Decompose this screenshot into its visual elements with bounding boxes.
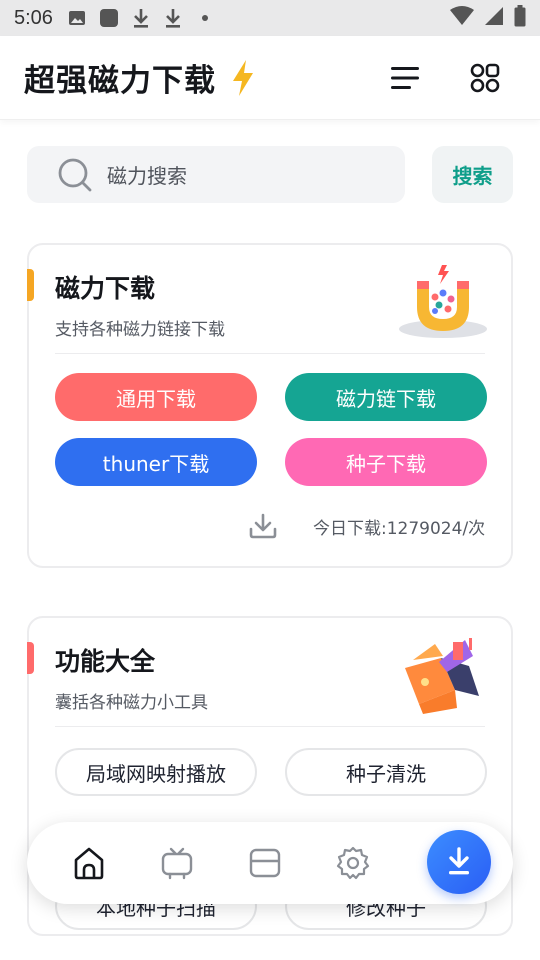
download-icon [449,847,469,875]
wifi-icon [450,6,474,30]
card-title: 磁力下载 [55,274,156,303]
search-row: 磁力搜索 搜索 [27,146,513,203]
app-title: 超强磁力下载 [24,63,216,99]
bolt-icon [233,59,253,96]
grid-icon[interactable] [470,63,500,93]
dot-icon [195,8,215,28]
download-fab-button[interactable] [427,830,491,894]
general-download-button[interactable]: 通用下载 [55,373,257,421]
today-download-count: 今日下载:1279024/次 [313,518,486,539]
nav-settings[interactable] [333,843,373,883]
card-accent [27,269,34,301]
card-accent [27,642,34,674]
square-icon [99,8,119,28]
search-placeholder: 磁力搜索 [107,164,187,188]
lan-mapping-play-button[interactable]: 局域网映射播放 [55,748,257,796]
torrent-download-button[interactable]: 种子下载 [285,438,487,486]
home-icon [74,847,104,880]
thunder-download-button[interactable]: thuner下载 [55,438,257,486]
app-bar: 超强磁力下载 [0,36,540,120]
nav-cards[interactable] [245,843,285,883]
card-divider [55,726,485,727]
menu-icon[interactable] [390,64,420,92]
card-title: 功能大全 [55,647,156,676]
download-icon [249,513,277,539]
download-icon [131,8,151,28]
battery-icon [514,5,526,31]
image-icon [67,8,87,28]
cards-icon [249,848,281,878]
magnet-link-download-button[interactable]: 磁力链下载 [285,373,487,421]
card-subtitle: 支持各种磁力链接下载 [55,320,225,340]
download-icon [163,8,183,28]
tv-icon [161,847,193,880]
search-icon [58,158,92,191]
magnet-illustration-icon [399,265,487,338]
card-subtitle: 囊括各种磁力小工具 [55,693,208,713]
search-button[interactable]: 搜索 [432,146,513,203]
card-divider [55,353,485,354]
nav-home[interactable] [69,843,109,883]
download-stat: 今日下载:1279024/次 [249,513,485,539]
status-bar: 5:06 [0,0,540,36]
nav-tv[interactable] [157,843,197,883]
settings-icon [336,846,370,880]
torrent-clean-button[interactable]: 种子清洗 [285,748,487,796]
search-input[interactable]: 磁力搜索 [27,146,405,203]
toolbox-illustration-icon [405,638,479,714]
download-card: 磁力下载 支持各种磁力链接下载 通用下载 磁力链下载 thuner下载 种子下载… [27,243,513,568]
status-time: 5:06 [14,6,53,29]
signal-icon [484,6,504,30]
bottom-nav [27,822,513,904]
